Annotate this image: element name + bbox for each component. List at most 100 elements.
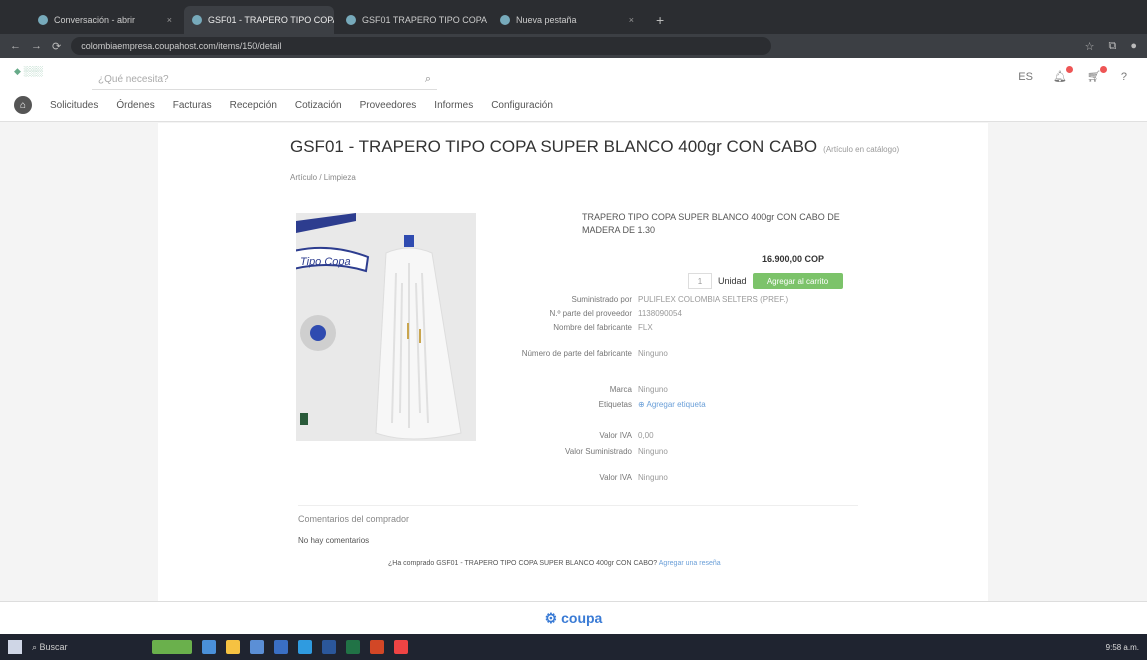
comments-heading: Comentarios del comprador [298,514,410,524]
company-logo[interactable]: ◆ ░░░ [14,66,43,77]
nav-item-facturas[interactable]: Facturas [173,100,212,111]
url-text: colombiaempresa.coupahost.com/items/150/… [81,41,282,51]
field-label: Suministrado por [571,295,632,304]
field-tags: Etiquetas ⊕ Agregar etiqueta [508,400,818,410]
no-comments-text: No hay comentarios [298,536,370,545]
main-nav: ⌂ Solicitudes Órdenes Facturas Recepción… [14,96,553,114]
taskbar-search-label: Buscar [39,641,68,652]
clock[interactable]: 9:58 a.m. [1106,643,1139,652]
language-icon[interactable]: ES [1018,71,1033,83]
field-supplier-part: N.º parte del proveedor 1138090054 [508,309,818,319]
cart-icon[interactable]: 🛒︎ [1087,66,1107,83]
nav-item-recepcion[interactable]: Recepción [230,100,277,111]
add-tag-text: Agregar etiqueta [646,400,706,409]
breadcrumb[interactable]: Artículo / Limpieza [290,173,356,182]
back-icon[interactable]: ← [10,40,21,52]
product-price: 16.900,00 COP [762,254,825,264]
address-bar[interactable]: colombiaempresa.coupahost.com/items/150/… [71,37,772,55]
mop-illustration: Tipo Copa [296,213,476,441]
word-icon[interactable] [322,640,336,654]
notifications-icon[interactable]: 🔔︎ [1053,66,1073,83]
purchase-row: 1 Unidad Agregar al carrito [688,273,843,289]
tab-label: Nueva pestaña [516,15,577,25]
review-prompt: ¿Ha comprado GSF01 - TRAPERO TIPO COPA S… [388,560,721,567]
forward-icon[interactable]: → [31,40,42,52]
field-label: Valor Suministrado [565,447,632,456]
add-review-link[interactable]: Agregar una reseña [659,560,721,567]
field-supplier: Suministrado por PULIFLEX COLOMBIA SELTE… [508,295,818,305]
product-description: TRAPERO TIPO COPA SUPER BLANCO 400gr CON… [582,212,840,235]
field-label: Etiquetas [598,400,632,409]
field-manufacturer-part: Número de parte del fabricante Ninguno [508,349,818,359]
field-value: FLX [638,323,653,332]
field-manufacturer: Nombre del fabricante FLX [508,323,818,333]
review-question: ¿Ha comprado GSF01 - TRAPERO TIPO COPA S… [388,560,658,567]
add-to-cart-button[interactable]: Agregar al carrito [752,273,843,289]
field-iva-2: Valor IVA Ninguno [508,473,818,483]
field-value: 0,00 [638,431,654,440]
browser-tab-active[interactable]: GSF01 - TRAPERO TIPO COPA× [184,6,334,34]
product-title: GSF01 - TRAPERO TIPO COPA SUPER BLANCO 4… [290,137,818,156]
mail-icon[interactable] [274,640,288,654]
field-value: Ninguno [638,473,668,482]
close-icon[interactable]: × [629,15,634,25]
extensions-icon[interactable]: ⧉ [1108,40,1116,53]
browser-toolbar: ← → ⟳ colombiaempresa.coupahost.com/item… [0,34,1147,58]
field-supplied-value: Valor Suministrado Ninguno [508,447,818,457]
coupa-brand: coupa [561,609,603,626]
tab-favicon-icon [38,15,48,25]
search-icon[interactable]: ⌕ [425,73,431,86]
chrome-icon[interactable] [394,640,408,654]
field-value: Ninguno [638,447,668,456]
weather-widget-icon[interactable] [152,640,192,654]
tab-favicon-icon [192,15,202,25]
nav-item-configuracion[interactable]: Configuración [491,100,553,111]
store-icon[interactable] [250,640,264,654]
field-label: Número de parte del fabricante [521,349,632,358]
profile-icon[interactable]: ● [1130,40,1137,53]
tab-favicon-icon [346,15,356,25]
excel-icon[interactable] [346,640,360,654]
reload-icon[interactable]: ⟳ [52,40,61,53]
browser-tab[interactable]: Nueva pestaña × [492,6,642,34]
quantity-input[interactable]: 1 [688,273,712,289]
edge-icon[interactable] [298,640,312,654]
taskbar-search[interactable]: ⌕ Buscar [32,642,142,653]
buyer-comments: Comentarios del comprador No hay comenta… [298,505,858,545]
supplier-select[interactable]: PULIFLEX COLOMBIA SELTERS (PREF.) [638,295,788,305]
nav-item-ordenes[interactable]: Órdenes [116,100,154,111]
nav-item-proveedores[interactable]: Proveedores [360,100,417,111]
tab-label: GSF01 TRAPERO TIPO COPA [362,15,488,25]
help-icon[interactable]: ? [1121,71,1127,83]
nav-item-cotizacion[interactable]: Cotización [295,100,342,111]
unit-label: Unidad [718,276,747,286]
field-label: Nombre del fabricante [553,323,632,332]
tab-label: GSF01 - TRAPERO TIPO COPA [208,15,334,25]
field-value: Ninguno [638,385,668,394]
tab-favicon-icon [500,15,510,25]
close-icon[interactable]: × [167,15,172,25]
field-iva: Valor IVA 0,00 [508,431,818,441]
field-brand: Marca Ninguno [508,385,818,395]
bookmark-star-icon[interactable]: ☆ [1085,40,1095,53]
field-label: Valor IVA [599,473,632,482]
taskview-icon[interactable] [202,640,216,654]
nav-item-informes[interactable]: Informes [434,100,473,111]
add-tag-link[interactable]: ⊕ Agregar etiqueta [638,400,706,410]
nav-item-solicitudes[interactable]: Solicitudes [50,100,98,111]
powerpoint-icon[interactable] [370,640,384,654]
image-label: Tipo Copa [300,256,351,268]
file-explorer-icon[interactable] [226,640,240,654]
field-value: 1138090054 [638,309,682,318]
app-header: ◆ ░░░ ¿Qué necesita? ⌕ ES 🔔︎ 🛒︎ ? ⌂ Soli… [0,58,1147,122]
browser-tab[interactable]: GSF01 TRAPERO TIPO COPA× [338,6,488,34]
field-value: Ninguno [638,349,668,358]
home-icon[interactable]: ⌂ [14,96,32,114]
product-image: Tipo Copa [296,213,476,441]
windows-start-icon[interactable] [8,640,22,654]
new-tab-button[interactable]: + [646,6,674,34]
search-input[interactable]: ¿Qué necesita? ⌕ [92,70,437,90]
os-taskbar: ⌕ Buscar 9:58 a.m. [0,634,1147,660]
page-title: GSF01 - TRAPERO TIPO COPA SUPER BLANCO 4… [290,137,899,157]
browser-tab[interactable]: Conversación - abrir × [30,6,180,34]
